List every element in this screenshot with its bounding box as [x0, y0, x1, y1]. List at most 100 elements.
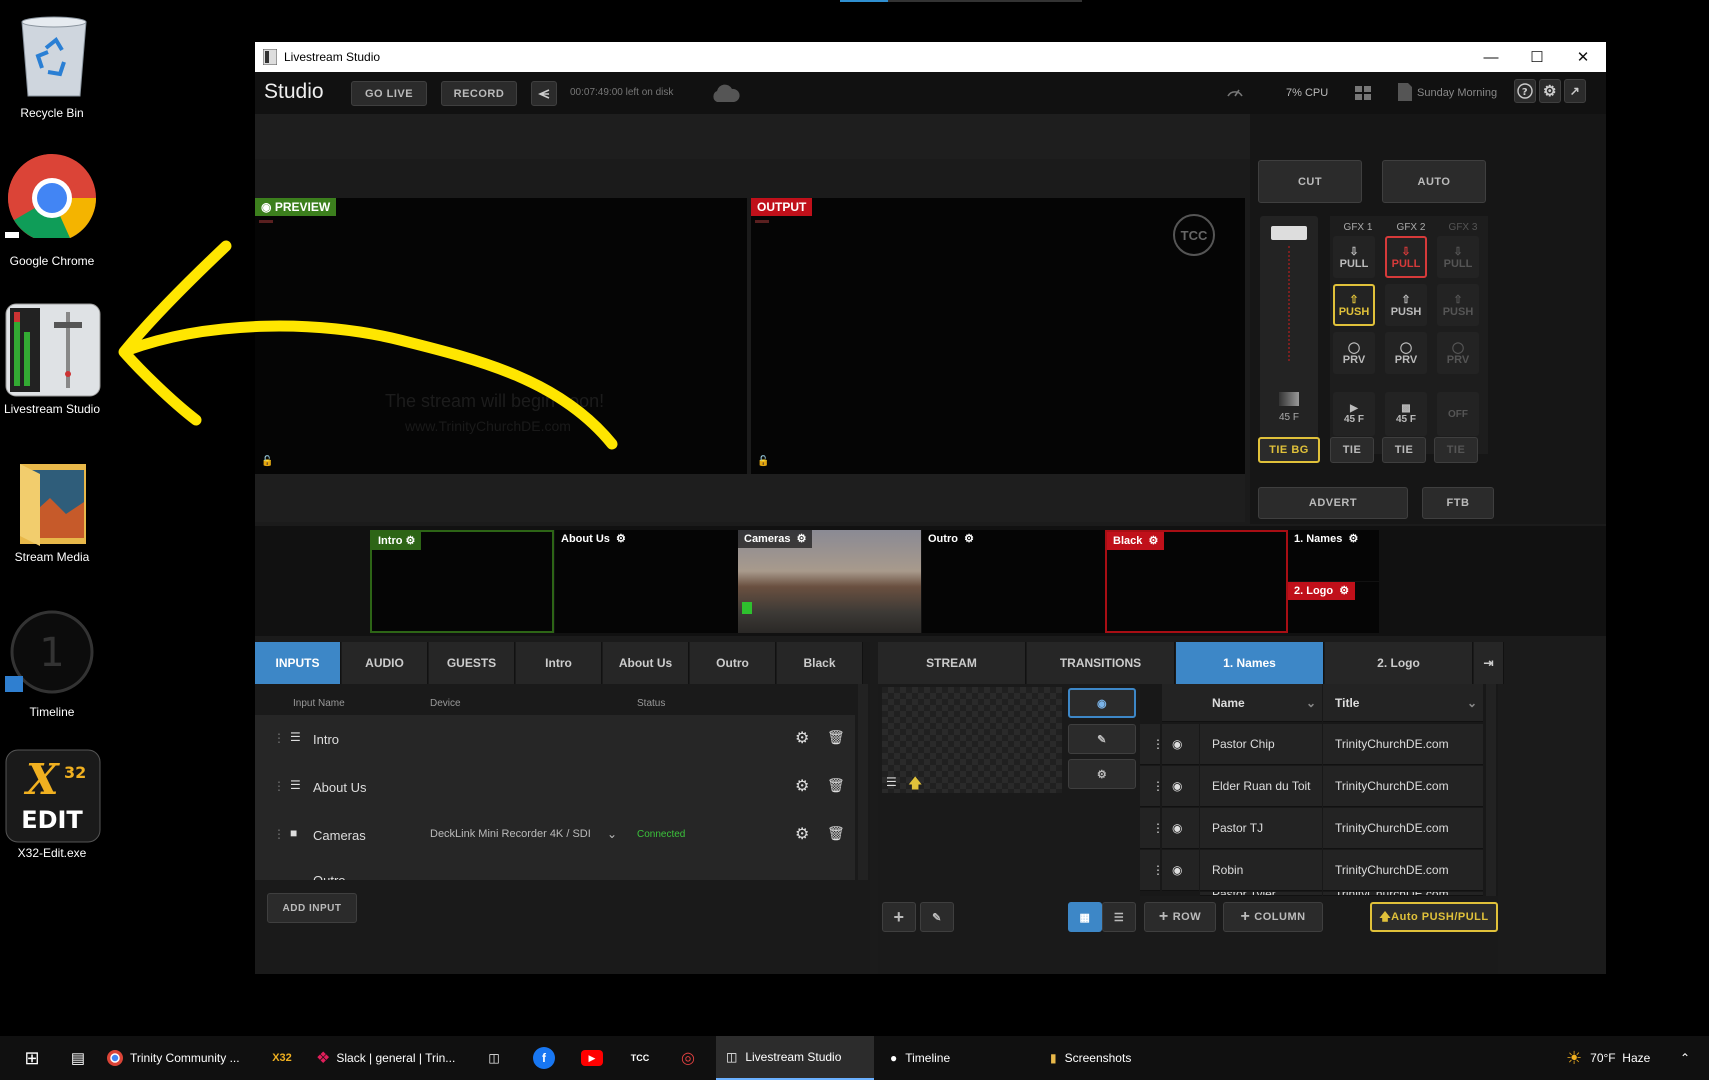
tab-names[interactable]: 1. Names	[1176, 642, 1324, 684]
desktop-icon-stream-media[interactable]: Stream Media	[0, 458, 104, 573]
thumb-names[interactable]: 1. Names ⚙	[1288, 530, 1379, 581]
tie-gfx2-button[interactable]: TIE	[1382, 437, 1426, 463]
desktop-icon-chrome[interactable]: Google Chrome	[0, 148, 104, 268]
taskbar-item-facebook[interactable]: f	[528, 1036, 560, 1080]
gfx-settings-button[interactable]: ⚙	[1068, 759, 1136, 789]
row-drag-handle[interactable]: ⋮	[1140, 766, 1164, 807]
title-cell[interactable]: TrinityChurchDE.com	[1323, 808, 1483, 849]
add-row-button[interactable]: + ROW	[1144, 902, 1216, 932]
share-button[interactable]	[531, 81, 557, 106]
taskbar-item-slack[interactable]: ❖ Slack | general | Trin...	[316, 1036, 462, 1080]
desktop-icon-timeline[interactable]: 1 Timeline	[0, 608, 104, 723]
tie-gfx3-button[interactable]: TIE	[1434, 437, 1478, 463]
trash-icon[interactable]: 🗑	[827, 777, 845, 794]
arrow-up-icon[interactable]: 🡅	[908, 773, 922, 797]
grid-view-button[interactable]: ▦	[1068, 902, 1102, 932]
auto-button[interactable]: AUTO	[1382, 160, 1486, 203]
row-drag-handle[interactable]: ⋮	[1140, 808, 1164, 849]
project-name[interactable]: Sunday Morning	[1417, 87, 1497, 99]
name-cell[interactable]: Robin	[1200, 850, 1322, 891]
gfx2-push-button[interactable]: ⇧ PUSH	[1385, 284, 1427, 326]
tab-guests[interactable]: GUESTS	[429, 642, 515, 684]
gear-icon[interactable]: ⚙	[795, 728, 809, 748]
name-cell[interactable]: Pastor Tyler	[1200, 892, 1322, 896]
taskbar-item-screenshots[interactable]: ▮ Screenshots	[1040, 1036, 1190, 1080]
input-row-intro[interactable]: ⋮ ☰ Intro ⚙ 🗑	[255, 715, 855, 765]
gfx1-prv-button[interactable]: ◯ PRV	[1333, 332, 1375, 374]
title-cell[interactable]: TrinityChurchDE.com	[1323, 724, 1483, 765]
gfx1-push-button[interactable]: ⇧ PUSH	[1333, 284, 1375, 326]
grid-scrollbar[interactable]	[1486, 684, 1496, 896]
row-radio[interactable]: ◉	[1162, 766, 1199, 807]
thumb-black[interactable]: Black ⚙	[1105, 530, 1288, 633]
weather-widget[interactable]: ☀ 70°F Haze	[1566, 1036, 1666, 1080]
tab-transitions[interactable]: TRANSITIONS	[1027, 642, 1175, 684]
advert-button[interactable]: ADVERT	[1258, 487, 1408, 519]
taskbar-item-youtube[interactable]: ▶	[576, 1036, 608, 1080]
tab-intro[interactable]: Intro	[516, 642, 602, 684]
gfx3-prv-button[interactable]: ◯ PRV	[1437, 332, 1479, 374]
help-button[interactable]: ?	[1514, 79, 1536, 103]
gfx2-pull-button[interactable]: ⇩ PULL	[1385, 236, 1427, 278]
name-cell[interactable]: Elder Ruan du Toit	[1200, 766, 1322, 807]
taskbar-item-livestream[interactable]: ◫ Livestream Studio	[716, 1036, 874, 1080]
maximize-button[interactable]: ☐	[1514, 42, 1560, 72]
name-cell[interactable]: Pastor TJ	[1200, 808, 1322, 849]
tab-stream[interactable]: STREAM	[878, 642, 1026, 684]
lock-icon[interactable]: 🔓	[757, 456, 769, 467]
title-cell[interactable]: TrinityChurchDE.com	[1323, 892, 1483, 896]
settings-button[interactable]: ⚙	[1539, 79, 1561, 103]
chevron-down-icon[interactable]: ⌄	[607, 827, 617, 841]
tie-gfx1-button[interactable]: TIE	[1330, 437, 1374, 463]
gfx-preview-toggle[interactable]: ◉	[1068, 688, 1136, 718]
gfx3-transition[interactable]: OFF	[1437, 392, 1479, 436]
tab-black[interactable]: Black	[777, 642, 863, 684]
list-view-button[interactable]: ☰	[1102, 902, 1136, 932]
tab-about-us[interactable]: About Us	[603, 642, 689, 684]
thumb-outro[interactable]: Outro ⚙	[922, 530, 1105, 633]
title-cell[interactable]: TrinityChurchDE.com	[1323, 850, 1483, 891]
gear-icon[interactable]: ⚙	[795, 824, 809, 844]
thumb-intro[interactable]: Intro ⚙	[370, 530, 554, 633]
thumb-cameras[interactable]: Cameras ⚙	[738, 530, 921, 633]
tab-inputs[interactable]: INPUTS	[255, 642, 341, 684]
add-input-button[interactable]: ADD INPUT	[267, 893, 357, 923]
desktop-icon-livestream[interactable]: Livestream Studio	[0, 302, 104, 417]
auto-push-pull-button[interactable]: 🡅 Auto PUSH/PULL	[1370, 902, 1498, 932]
inputs-scrollbar[interactable]	[858, 684, 868, 880]
row-radio[interactable]: ◉	[1162, 808, 1199, 849]
taskbar-item-podcast[interactable]: ◎	[672, 1036, 704, 1080]
system-tray-chevron[interactable]: ⌃	[1680, 1036, 1700, 1080]
multiview-icon[interactable]	[1355, 84, 1373, 102]
ftb-button[interactable]: FTB	[1422, 487, 1494, 519]
input-row-outro[interactable]: Outro	[255, 859, 855, 881]
tab-logo[interactable]: 2. Logo	[1325, 642, 1473, 684]
taskbar-item-tcc[interactable]: TCC	[624, 1036, 656, 1080]
taskbar-item-chrome[interactable]: Trinity Community ...	[106, 1036, 252, 1080]
start-button[interactable]: ⊞	[12, 1036, 52, 1080]
row-radio[interactable]: ◉	[1162, 850, 1199, 891]
gfx3-pull-button[interactable]: ⇩ PULL	[1437, 236, 1479, 278]
tie-bg-button[interactable]: TIE BG	[1258, 437, 1320, 463]
col-name-header[interactable]: Name ⌄	[1200, 684, 1322, 722]
taskbar-item-mixer[interactable]: ◫	[478, 1036, 510, 1080]
drag-handle-icon[interactable]: ⋮	[273, 827, 285, 841]
taskbar-item-timeline[interactable]: ● Timeline	[880, 1036, 1030, 1080]
preview-monitor[interactable]: ◉ PREVIEW The stream will begin soon! ww…	[255, 198, 747, 474]
desktop-icon-x32-edit[interactable]: X 32 EDIT X32-Edit.exe	[0, 748, 104, 863]
cut-button[interactable]: CUT	[1258, 160, 1362, 203]
close-button[interactable]: ✕	[1560, 42, 1606, 72]
tab-audio[interactable]: AUDIO	[342, 642, 428, 684]
record-button[interactable]: RECORD	[441, 81, 517, 106]
tab-scroll-end[interactable]: ⇥	[1474, 642, 1504, 684]
title-cell[interactable]: TrinityChurchDE.com	[1323, 766, 1483, 807]
input-row-about-us[interactable]: ⋮ ☰ About Us ⚙ 🗑	[255, 763, 855, 813]
name-cell[interactable]: Pastor Chip	[1200, 724, 1322, 765]
gfx2-prv-button[interactable]: ◯ PRV	[1385, 332, 1427, 374]
col-title-header[interactable]: Title ⌄	[1323, 684, 1483, 722]
go-live-button[interactable]: GO LIVE	[351, 81, 427, 106]
drag-handle-icon[interactable]: ⋮	[273, 779, 285, 793]
thumb-about-us[interactable]: About Us ⚙	[555, 530, 738, 633]
minimize-button[interactable]: —	[1468, 42, 1514, 72]
gfx2-transition[interactable]: ▩ 45 F	[1385, 392, 1427, 436]
